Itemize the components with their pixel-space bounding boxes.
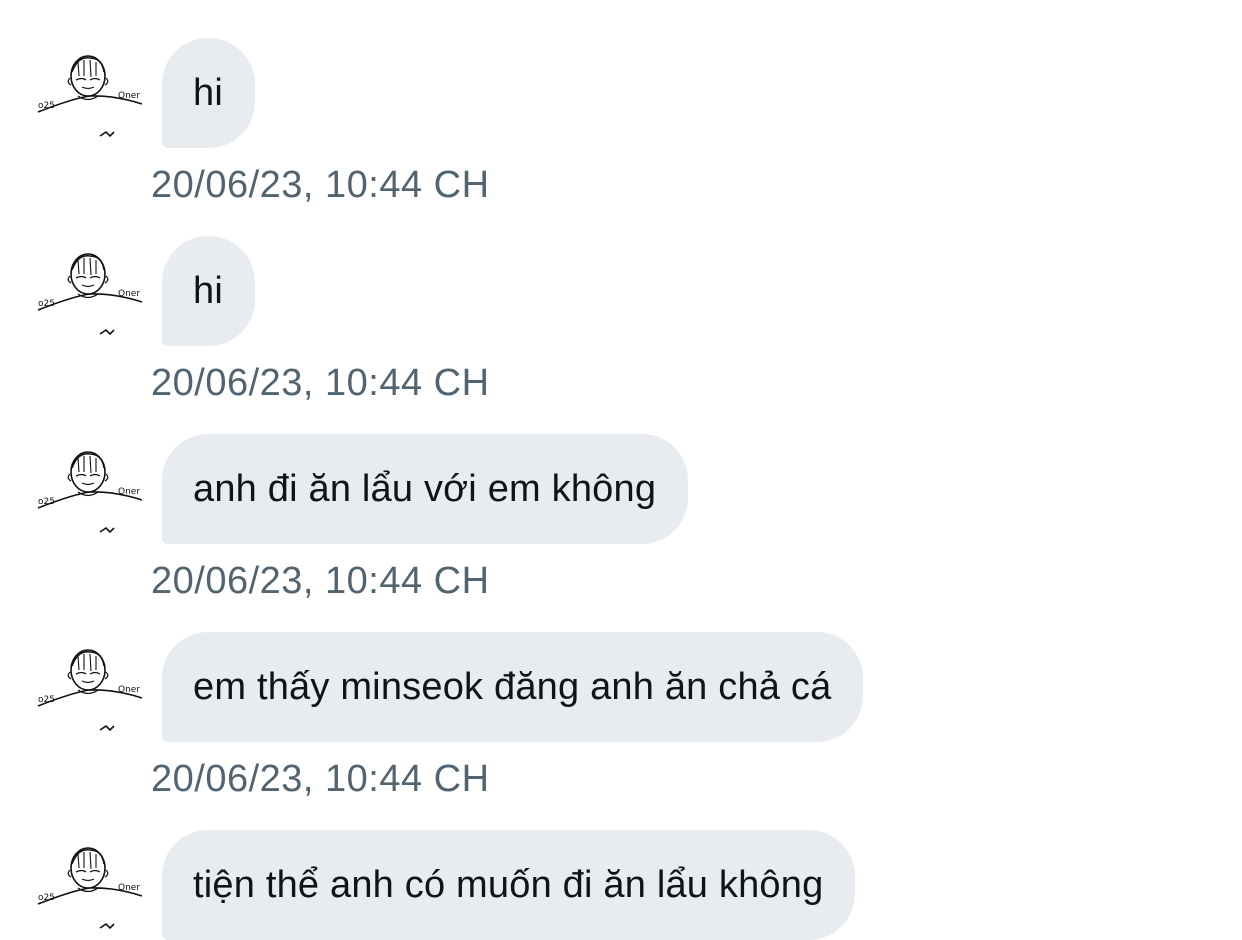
svg-text:Oner: Oner <box>118 883 140 893</box>
message-row: o25 Oner hi 20/06/23, 10:44 CH <box>0 236 1242 434</box>
sketch-face-avatar-icon: o25 Oner <box>37 55 143 138</box>
sketch-face-avatar-icon: o25 Oner <box>37 847 143 930</box>
svg-text:o25: o25 <box>38 101 55 111</box>
message-bubble[interactable]: anh đi ăn lẩu với em không <box>162 434 689 544</box>
message-bubble[interactable]: hi <box>162 236 255 346</box>
svg-text:o25: o25 <box>38 695 55 705</box>
sender-avatar[interactable]: o25 Oner <box>34 50 146 150</box>
message-text: tiện thể anh có muốn đi ăn lẩu không <box>193 863 824 906</box>
sender-avatar[interactable]: o25 Oner <box>34 842 146 940</box>
svg-text:Oner: Oner <box>118 91 140 101</box>
sender-avatar[interactable]: o25 Oner <box>34 644 146 744</box>
message-bubble[interactable]: hi <box>162 38 255 148</box>
svg-text:o25: o25 <box>38 497 55 507</box>
message-bubble[interactable]: tiện thể anh có muốn đi ăn lẩu không <box>162 830 856 940</box>
svg-text:Oner: Oner <box>118 487 140 497</box>
sketch-face-avatar-icon: o25 Oner <box>37 649 143 732</box>
message-timestamp: 20/06/23, 10:44 CH <box>151 362 490 404</box>
message-timestamp: 20/06/23, 10:44 CH <box>151 560 490 602</box>
message-timestamp: 20/06/23, 10:44 CH <box>151 164 490 206</box>
message-timestamp: 20/06/23, 10:44 CH <box>151 758 490 800</box>
sketch-face-avatar-icon: o25 Oner <box>37 451 143 534</box>
message-row: o25 Oner hi 20/06/23, 10:44 CH <box>0 38 1242 236</box>
message-row: o25 Oner tiện thể anh có muốn đi ăn lẩu … <box>0 830 1242 940</box>
message-text: em thấy minseok đăng anh ăn chả cá <box>193 665 832 708</box>
message-row: o25 Oner anh đi ăn lẩu với em không 20/0… <box>0 434 1242 632</box>
sketch-face-avatar-icon: o25 Oner <box>37 253 143 336</box>
svg-text:Oner: Oner <box>118 685 140 695</box>
svg-text:Oner: Oner <box>118 289 140 299</box>
message-text: hi <box>193 269 223 312</box>
svg-text:o25: o25 <box>38 299 55 309</box>
message-thread: o25 Oner hi 20/06/23, 10:44 CH o25 Oner <box>0 0 1242 940</box>
message-text: hi <box>193 71 223 114</box>
message-bubble[interactable]: em thấy minseok đăng anh ăn chả cá <box>162 632 864 742</box>
sender-avatar[interactable]: o25 Oner <box>34 446 146 546</box>
sender-avatar[interactable]: o25 Oner <box>34 248 146 348</box>
message-text: anh đi ăn lẩu với em không <box>193 467 657 510</box>
svg-text:o25: o25 <box>38 893 55 903</box>
message-row: o25 Oner em thấy minseok đăng anh ăn chả… <box>0 632 1242 830</box>
